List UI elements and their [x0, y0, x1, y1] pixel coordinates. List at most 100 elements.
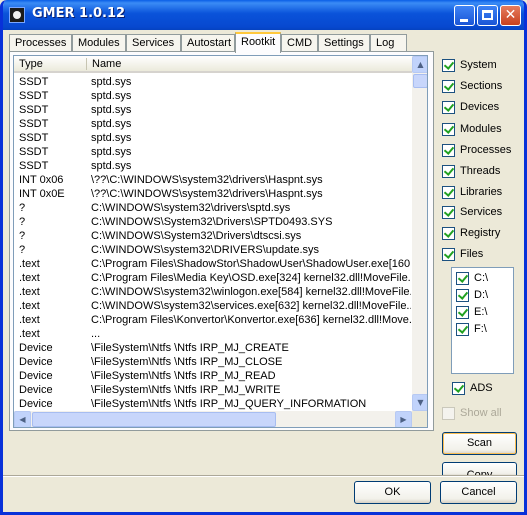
- list-row[interactable]: ? C:\WINDOWS\System32\Drivers\SPTD0493.SY…: [14, 215, 412, 229]
- checkbox[interactable]: [442, 407, 455, 420]
- option-show-all[interactable]: Show all: [442, 407, 502, 423]
- checkbox[interactable]: [442, 206, 455, 219]
- list-row[interactable]: Device \FileSystem\Ntfs \Ntfs IRP_MJ_WRIT…: [14, 383, 412, 397]
- list-row[interactable]: SSDT sptd.sys: [14, 75, 412, 89]
- cell-type: .text: [19, 286, 40, 298]
- checkbox[interactable]: [456, 272, 469, 285]
- option-sections[interactable]: Sections: [442, 80, 502, 96]
- tab-log[interactable]: Log: [370, 34, 407, 52]
- window-title: GMER 1.0.12: [32, 6, 126, 21]
- list-row[interactable]: SSDT sptd.sys: [14, 131, 412, 145]
- results-list[interactable]: Type Name SSDT sptd.sys SSDT sptd.sys SSDT sp…: [13, 55, 428, 428]
- tab-rootkit[interactable]: Rootkit: [235, 32, 281, 53]
- option-threads[interactable]: Threads: [442, 165, 500, 181]
- list-row[interactable]: .text C:\Program Files\Konvertor\Konverto…: [14, 313, 412, 327]
- option-label: Registry: [460, 227, 501, 239]
- list-row[interactable]: .text C:\WINDOWS\system32\winlogon.exe[58…: [14, 285, 412, 299]
- checkbox[interactable]: [456, 306, 469, 319]
- list-row[interactable]: .text C:\Program Files\ShadowStor\ShadowU…: [14, 257, 412, 271]
- tab-modules[interactable]: Modules: [72, 34, 126, 52]
- checkbox[interactable]: [442, 123, 455, 136]
- list-row[interactable]: ? C:\WINDOWS\system32\drivers\sptd.sys: [14, 201, 412, 215]
- checkbox[interactable]: [442, 144, 455, 157]
- option-registry[interactable]: Registry: [442, 227, 500, 243]
- scroll-right-button[interactable]: ▶: [395, 411, 412, 427]
- drive-c[interactable]: C:\: [456, 272, 488, 288]
- minimize-icon: [460, 19, 468, 22]
- title-bar[interactable]: GMER 1.0.12 ✕: [3, 0, 524, 30]
- list-row[interactable]: SSDT sptd.sys: [14, 159, 412, 173]
- option-libraries[interactable]: Libraries: [442, 186, 502, 202]
- list-row[interactable]: .text C:\Program Files\Media Key\OSD.exe[…: [14, 271, 412, 285]
- vertical-scroll-thumb[interactable]: [413, 74, 427, 88]
- list-row[interactable]: .text...: [14, 327, 412, 341]
- checkbox[interactable]: [456, 323, 469, 336]
- list-row[interactable]: Device \FileSystem\Ntfs \Ntfs IRP_MJ_QUER…: [14, 397, 412, 411]
- checkbox[interactable]: [442, 59, 455, 72]
- cancel-button[interactable]: Cancel: [440, 481, 517, 504]
- list-row[interactable]: SSDT sptd.sys: [14, 89, 412, 103]
- drive-e[interactable]: E:\: [456, 306, 487, 322]
- option-system[interactable]: System: [442, 59, 497, 75]
- column-header-name[interactable]: Name: [92, 58, 121, 70]
- tab-cmd[interactable]: CMD: [281, 34, 318, 52]
- checkbox[interactable]: [442, 101, 455, 114]
- horizontal-scrollbar[interactable]: ◀ ▶: [14, 411, 412, 427]
- list-row[interactable]: ? C:\WINDOWS\system32\DRIVERS\update.sys: [14, 243, 412, 257]
- horizontal-scroll-thumb[interactable]: [32, 412, 276, 427]
- scroll-left-button[interactable]: ◀: [14, 411, 31, 427]
- checkbox[interactable]: [442, 186, 455, 199]
- list-row[interactable]: ? C:\WINDOWS\System32\Drivers\dtscsi.sys: [14, 229, 412, 243]
- option-devices[interactable]: Devices: [442, 101, 499, 117]
- maximize-button[interactable]: [477, 5, 498, 26]
- option-processes[interactable]: Processes: [442, 144, 511, 160]
- cell-name: sptd.sys: [91, 118, 132, 130]
- option-modules[interactable]: Modules: [442, 123, 502, 139]
- cell-type: SSDT: [19, 160, 49, 172]
- checkbox[interactable]: [442, 80, 455, 93]
- option-label: Processes: [460, 144, 512, 156]
- list-row[interactable]: SSDT sptd.sys: [14, 145, 412, 159]
- cell-name: \FileSystem\Ntfs \Ntfs IRP_MJ_READ: [91, 370, 276, 382]
- checkbox[interactable]: [442, 248, 455, 261]
- minimize-button[interactable]: [454, 5, 475, 26]
- checkbox[interactable]: [452, 382, 465, 395]
- close-button[interactable]: ✕: [500, 5, 521, 26]
- cell-name: \??\C:\WINDOWS\system32\drivers\Haspnt.s…: [91, 174, 323, 186]
- list-row[interactable]: INT 0x06 \??\C:\WINDOWS\system32\drivers\…: [14, 173, 412, 187]
- list-row[interactable]: SSDT sptd.sys: [14, 117, 412, 131]
- cell-name: sptd.sys: [91, 132, 132, 144]
- tab-processes[interactable]: Processes: [9, 34, 72, 52]
- tab-autostart[interactable]: Autostart: [181, 34, 235, 52]
- cell-type: INT 0x0E: [19, 188, 65, 200]
- list-row[interactable]: Device \FileSystem\Ntfs \Ntfs IRP_MJ_CLOS…: [14, 355, 412, 369]
- option-services[interactable]: Services: [442, 206, 502, 222]
- copy-button[interactable]: Copy: [442, 462, 517, 476]
- list-row[interactable]: .text C:\WINDOWS\system32\services.exe[63…: [14, 299, 412, 313]
- tab-settings[interactable]: Settings: [318, 34, 370, 52]
- scroll-down-button[interactable]: ▼: [412, 394, 427, 411]
- option-files[interactable]: Files: [442, 248, 483, 264]
- scan-button[interactable]: Scan: [442, 432, 517, 455]
- column-divider[interactable]: [86, 58, 87, 70]
- column-header-type[interactable]: Type: [19, 58, 43, 70]
- list-row[interactable]: Device \FileSystem\Ntfs \Ntfs IRP_MJ_READ: [14, 369, 412, 383]
- list-row[interactable]: SSDT sptd.sys: [14, 103, 412, 117]
- option-ads[interactable]: ADS: [452, 382, 493, 398]
- checkbox[interactable]: [442, 227, 455, 240]
- ok-button[interactable]: OK: [354, 481, 431, 504]
- drive-f[interactable]: F:\: [456, 323, 487, 339]
- cell-type: .text: [19, 300, 40, 312]
- list-row[interactable]: INT 0x0E \??\C:\WINDOWS\system32\drivers\…: [14, 187, 412, 201]
- list-row[interactable]: Device \FileSystem\Ntfs \Ntfs IRP_MJ_CREA…: [14, 341, 412, 355]
- checkbox[interactable]: [442, 165, 455, 178]
- cell-name: C:\Program Files\ShadowStor\ShadowUser\S…: [91, 258, 411, 270]
- option-label: Threads: [460, 165, 501, 177]
- vertical-scrollbar[interactable]: ▲ ▼: [412, 56, 427, 411]
- tab-services[interactable]: Services: [126, 34, 181, 52]
- scroll-up-button[interactable]: ▲: [412, 56, 427, 73]
- list-header: Type Name: [14, 56, 412, 73]
- app-icon: [9, 7, 25, 23]
- drive-d[interactable]: D:\: [456, 289, 488, 305]
- checkbox[interactable]: [456, 289, 469, 302]
